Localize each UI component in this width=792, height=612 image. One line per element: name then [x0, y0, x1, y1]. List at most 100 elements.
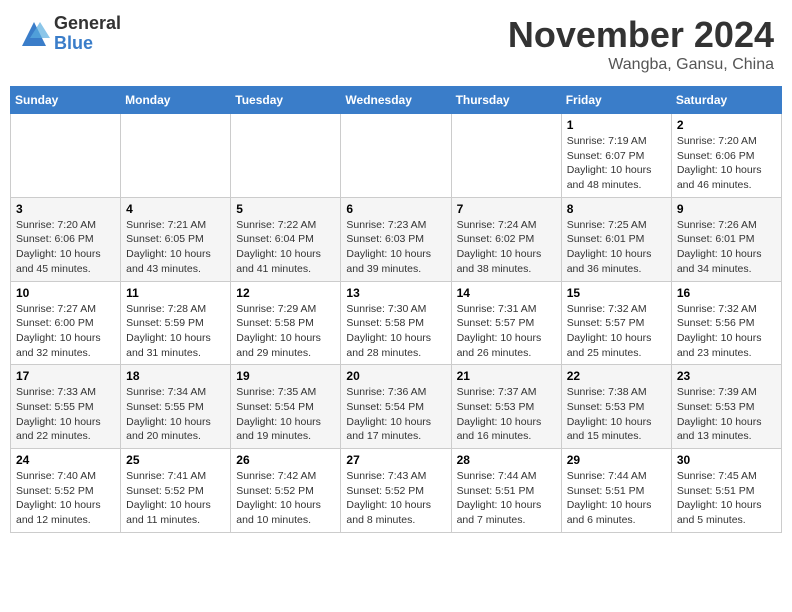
- week-row-3: 10 Sunrise: 7:27 AMSunset: 6:00 PMDayligh…: [11, 281, 782, 365]
- day-info: Sunrise: 7:30 AMSunset: 5:58 PMDaylight:…: [346, 302, 445, 361]
- day-number: 27: [346, 453, 445, 467]
- week-row-2: 3 Sunrise: 7:20 AMSunset: 6:06 PMDaylight…: [11, 197, 782, 281]
- calendar: SundayMondayTuesdayWednesdayThursdayFrid…: [10, 86, 782, 533]
- calendar-cell: 21 Sunrise: 7:37 AMSunset: 5:53 PMDayligh…: [451, 365, 561, 449]
- calendar-cell: 8Sunrise: 7:25 AMSunset: 6:01 PMDaylight…: [561, 197, 671, 281]
- day-number: 18: [126, 369, 225, 383]
- day-number: 2: [677, 118, 776, 132]
- calendar-cell: 23 Sunrise: 7:39 AMSunset: 5:53 PMDayligh…: [671, 365, 781, 449]
- day-number: 22: [567, 369, 666, 383]
- day-info: Sunrise: 7:29 AMSunset: 5:58 PMDaylight:…: [236, 302, 335, 361]
- day-number: 4: [126, 202, 225, 216]
- calendar-cell: 14Sunrise: 7:31 AMSunset: 5:57 PMDayligh…: [451, 281, 561, 365]
- day-number: 1: [567, 118, 666, 132]
- calendar-cell: 15 Sunrise: 7:32 AMSunset: 5:57 PMDayligh…: [561, 281, 671, 365]
- day-info: Sunrise: 7:38 AMSunset: 5:53 PMDaylight:…: [567, 385, 666, 444]
- day-info: Sunrise: 7:39 AMSunset: 5:53 PMDaylight:…: [677, 385, 776, 444]
- day-number: 30: [677, 453, 776, 467]
- day-info: Sunrise: 7:41 AMSunset: 5:52 PMDaylight:…: [126, 469, 225, 528]
- day-number: 7: [457, 202, 556, 216]
- calendar-cell: [121, 114, 231, 198]
- day-number: 3: [16, 202, 115, 216]
- day-info: Sunrise: 7:21 AMSunset: 6:05 PMDaylight:…: [126, 218, 225, 277]
- day-number: 14: [457, 286, 556, 300]
- calendar-cell: 6 Sunrise: 7:23 AMSunset: 6:03 PMDaylight…: [341, 197, 451, 281]
- logo-icon: [18, 18, 50, 50]
- calendar-cell: 16Sunrise: 7:32 AMSunset: 5:56 PMDayligh…: [671, 281, 781, 365]
- calendar-cell: 22 Sunrise: 7:38 AMSunset: 5:53 PMDayligh…: [561, 365, 671, 449]
- calendar-cell: 19 Sunrise: 7:35 AMSunset: 5:54 PMDayligh…: [231, 365, 341, 449]
- weekday-header-monday: Monday: [121, 87, 231, 114]
- weekday-header-friday: Friday: [561, 87, 671, 114]
- weekday-header-wednesday: Wednesday: [341, 87, 451, 114]
- logo-general: General: [54, 14, 121, 34]
- calendar-cell: 10 Sunrise: 7:27 AMSunset: 6:00 PMDayligh…: [11, 281, 121, 365]
- day-number: 17: [16, 369, 115, 383]
- day-number: 19: [236, 369, 335, 383]
- page-header: General Blue November 2024 Wangba, Gansu…: [10, 10, 782, 78]
- weekday-header-thursday: Thursday: [451, 87, 561, 114]
- calendar-cell: 3 Sunrise: 7:20 AMSunset: 6:06 PMDaylight…: [11, 197, 121, 281]
- weekday-header-tuesday: Tuesday: [231, 87, 341, 114]
- day-info: Sunrise: 7:45 AMSunset: 5:51 PMDaylight:…: [677, 469, 776, 528]
- day-number: 23: [677, 369, 776, 383]
- calendar-body: 1 Sunrise: 7:19 AMSunset: 6:07 PMDaylight…: [11, 114, 782, 533]
- day-info: Sunrise: 7:26 AMSunset: 6:01 PMDaylight:…: [677, 218, 776, 277]
- day-number: 6: [346, 202, 445, 216]
- calendar-cell: 17 Sunrise: 7:33 AMSunset: 5:55 PMDayligh…: [11, 365, 121, 449]
- logo-blue: Blue: [54, 34, 121, 54]
- day-number: 11: [126, 286, 225, 300]
- calendar-cell: [231, 114, 341, 198]
- day-info: Sunrise: 7:35 AMSunset: 5:54 PMDaylight:…: [236, 385, 335, 444]
- day-info: Sunrise: 7:22 AMSunset: 6:04 PMDaylight:…: [236, 218, 335, 277]
- day-info: Sunrise: 7:44 AMSunset: 5:51 PMDaylight:…: [567, 469, 666, 528]
- week-row-5: 24Sunrise: 7:40 AMSunset: 5:52 PMDayligh…: [11, 449, 782, 533]
- day-info: Sunrise: 7:42 AMSunset: 5:52 PMDaylight:…: [236, 469, 335, 528]
- calendar-cell: 7 Sunrise: 7:24 AMSunset: 6:02 PMDaylight…: [451, 197, 561, 281]
- day-info: Sunrise: 7:27 AMSunset: 6:00 PMDaylight:…: [16, 302, 115, 361]
- month-title: November 2024: [508, 14, 774, 56]
- day-info: Sunrise: 7:19 AMSunset: 6:07 PMDaylight:…: [567, 134, 666, 193]
- day-info: Sunrise: 7:32 AMSunset: 5:56 PMDaylight:…: [677, 302, 776, 361]
- day-info: Sunrise: 7:33 AMSunset: 5:55 PMDaylight:…: [16, 385, 115, 444]
- calendar-cell: [11, 114, 121, 198]
- calendar-cell: 20Sunrise: 7:36 AMSunset: 5:54 PMDayligh…: [341, 365, 451, 449]
- day-info: Sunrise: 7:20 AMSunset: 6:06 PMDaylight:…: [677, 134, 776, 193]
- calendar-cell: 13 Sunrise: 7:30 AMSunset: 5:58 PMDayligh…: [341, 281, 451, 365]
- day-number: 15: [567, 286, 666, 300]
- calendar-cell: 27 Sunrise: 7:43 AMSunset: 5:52 PMDayligh…: [341, 449, 451, 533]
- week-row-1: 1 Sunrise: 7:19 AMSunset: 6:07 PMDaylight…: [11, 114, 782, 198]
- calendar-cell: 1 Sunrise: 7:19 AMSunset: 6:07 PMDaylight…: [561, 114, 671, 198]
- calendar-cell: 30 Sunrise: 7:45 AMSunset: 5:51 PMDayligh…: [671, 449, 781, 533]
- location-title: Wangba, Gansu, China: [508, 56, 774, 74]
- calendar-cell: [451, 114, 561, 198]
- day-info: Sunrise: 7:25 AMSunset: 6:01 PMDaylight:…: [567, 218, 666, 277]
- calendar-cell: 24Sunrise: 7:40 AMSunset: 5:52 PMDayligh…: [11, 449, 121, 533]
- day-info: Sunrise: 7:28 AMSunset: 5:59 PMDaylight:…: [126, 302, 225, 361]
- day-number: 10: [16, 286, 115, 300]
- day-info: Sunrise: 7:43 AMSunset: 5:52 PMDaylight:…: [346, 469, 445, 528]
- title-block: November 2024 Wangba, Gansu, China: [508, 14, 774, 74]
- calendar-cell: 5 Sunrise: 7:22 AMSunset: 6:04 PMDaylight…: [231, 197, 341, 281]
- calendar-cell: 2 Sunrise: 7:20 AMSunset: 6:06 PMDaylight…: [671, 114, 781, 198]
- day-number: 26: [236, 453, 335, 467]
- day-info: Sunrise: 7:34 AMSunset: 5:55 PMDaylight:…: [126, 385, 225, 444]
- calendar-cell: 29Sunrise: 7:44 AMSunset: 5:51 PMDayligh…: [561, 449, 671, 533]
- day-number: 5: [236, 202, 335, 216]
- weekday-header-sunday: Sunday: [11, 87, 121, 114]
- day-number: 13: [346, 286, 445, 300]
- day-number: 20: [346, 369, 445, 383]
- day-info: Sunrise: 7:23 AMSunset: 6:03 PMDaylight:…: [346, 218, 445, 277]
- day-number: 21: [457, 369, 556, 383]
- day-number: 12: [236, 286, 335, 300]
- week-row-4: 17 Sunrise: 7:33 AMSunset: 5:55 PMDayligh…: [11, 365, 782, 449]
- logo-text: General Blue: [54, 14, 121, 54]
- day-info: Sunrise: 7:40 AMSunset: 5:52 PMDaylight:…: [16, 469, 115, 528]
- day-info: Sunrise: 7:44 AMSunset: 5:51 PMDaylight:…: [457, 469, 556, 528]
- calendar-cell: 18 Sunrise: 7:34 AMSunset: 5:55 PMDayligh…: [121, 365, 231, 449]
- day-info: Sunrise: 7:24 AMSunset: 6:02 PMDaylight:…: [457, 218, 556, 277]
- day-info: Sunrise: 7:20 AMSunset: 6:06 PMDaylight:…: [16, 218, 115, 277]
- day-info: Sunrise: 7:37 AMSunset: 5:53 PMDaylight:…: [457, 385, 556, 444]
- calendar-cell: 25Sunrise: 7:41 AMSunset: 5:52 PMDayligh…: [121, 449, 231, 533]
- day-info: Sunrise: 7:32 AMSunset: 5:57 PMDaylight:…: [567, 302, 666, 361]
